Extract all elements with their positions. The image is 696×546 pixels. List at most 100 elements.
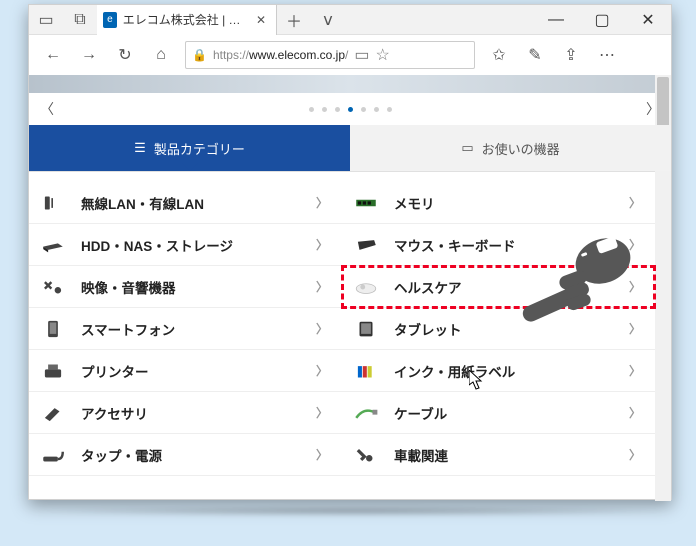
category-label: アクセサリ: [81, 403, 148, 423]
category-label: ヘルスケア: [394, 277, 462, 297]
category-item-right-1[interactable]: マウス・キーボード 〉: [342, 224, 655, 266]
chevron-right-icon: 〉: [629, 446, 641, 463]
titlebar: ▭ ⧉ e エレコム株式会社 | ELECC ✕ ＋ 𝗏 — ▢ ✕: [29, 5, 671, 35]
category-item-left-2[interactable]: 映像・音響機器 〉: [29, 266, 342, 308]
more-button[interactable]: ⋯: [589, 35, 625, 75]
tab-label: 製品カテゴリー: [154, 139, 245, 158]
category-label: 無線LAN・有線LAN: [81, 193, 204, 213]
chevron-right-icon: 〉: [316, 362, 328, 379]
favorites-button[interactable]: ✩: [481, 35, 517, 75]
category-icon: [350, 271, 382, 303]
category-item-left-3[interactable]: スマートフォン〉: [29, 308, 342, 350]
category-label: HDD・NAS・ストレージ: [81, 235, 233, 255]
chevron-right-icon: 〉: [629, 320, 641, 337]
carousel-dot[interactable]: [322, 107, 327, 112]
category-item-left-5[interactable]: アクセサリ 〉: [29, 392, 342, 434]
category-item-left-4[interactable]: プリンター 〉: [29, 350, 342, 392]
carousel-dots: [57, 107, 643, 112]
category-label: メモリ: [394, 193, 435, 213]
category-label: マウス・キーボード: [394, 235, 516, 255]
chevron-right-icon: 〉: [316, 446, 328, 463]
category-item-left-1[interactable]: HDD・NAS・ストレージ 〉: [29, 224, 342, 266]
category-icon: [37, 313, 69, 345]
carousel-dot-active[interactable]: [348, 107, 353, 112]
category-icon: [350, 187, 382, 219]
category-item-right-0[interactable]: メモリ 〉: [342, 182, 655, 224]
carousel-dot[interactable]: [374, 107, 379, 112]
category-label: ケーブル: [394, 403, 447, 423]
back-button[interactable]: ←: [35, 35, 71, 75]
chevron-right-icon: 〉: [316, 194, 328, 211]
category-item-right-5[interactable]: ケーブル 〉: [342, 392, 655, 434]
tab-label: お使いの機器: [482, 139, 560, 158]
category-icon: [350, 229, 382, 261]
category-item-right-2[interactable]: ヘルスケア 〉: [342, 266, 655, 308]
tab-your-device[interactable]: ▭ お使いの機器: [350, 125, 671, 171]
chevron-right-icon: 〉: [629, 194, 641, 211]
address-bar[interactable]: 🔒 https:// www.elecom.co.jp / ▭ ☆: [185, 41, 475, 69]
favicon-icon: e: [103, 12, 117, 28]
chevron-right-icon: 〉: [629, 278, 641, 295]
category-icon: [37, 439, 69, 471]
chevron-right-icon: 〉: [629, 404, 641, 421]
category-item-left-0[interactable]: 無線LAN・有線LAN 〉: [29, 182, 342, 224]
home-button[interactable]: ⌂: [143, 35, 179, 75]
chevron-right-icon: 〉: [629, 236, 641, 253]
window-maximize-button[interactable]: ▢: [579, 5, 625, 35]
category-label: タップ・電源: [81, 445, 162, 465]
category-item-right-3[interactable]: タブレット〉: [342, 308, 655, 350]
category-label: スマートフォン: [81, 319, 175, 339]
forward-button[interactable]: →: [71, 35, 107, 75]
carousel-dot[interactable]: [309, 107, 314, 112]
browser-window: ▭ ⧉ e エレコム株式会社 | ELECC ✕ ＋ 𝗏 — ▢ ✕ ← → ↻…: [28, 4, 672, 500]
tab-title: エレコム株式会社 | ELECC: [123, 11, 248, 28]
category-label: 映像・音響機器: [81, 277, 176, 297]
scrollbar-thumb[interactable]: [657, 77, 669, 127]
category-label: 車載関連: [394, 445, 448, 465]
lock-icon: 🔒: [192, 48, 207, 62]
chevron-right-icon: 〉: [316, 404, 328, 421]
tab-chevron-icon[interactable]: 𝗏: [311, 10, 345, 30]
url-scheme: https://: [213, 48, 249, 62]
tab-preview-icon[interactable]: ⧉: [63, 5, 97, 35]
tab-actions-icon[interactable]: ▭: [29, 5, 63, 35]
category-icon: [37, 271, 69, 303]
category-icon: [37, 397, 69, 429]
category-item-right-4[interactable]: インク・用紙ラベル 〉: [342, 350, 655, 392]
close-tab-icon[interactable]: ✕: [256, 13, 266, 27]
category-label: プリンター: [81, 361, 149, 381]
category-item-left-6[interactable]: タップ・電源 〉: [29, 434, 342, 476]
category-icon: [37, 355, 69, 387]
category-icon: [350, 439, 382, 471]
category-label: インク・用紙ラベル: [394, 361, 515, 381]
url-path: /: [345, 48, 348, 62]
page-content: 〈 〉 ☰ 製品カテゴリー ▭ お使いの機器 無線LAN・: [29, 75, 671, 501]
window-minimize-button[interactable]: —: [533, 5, 579, 35]
url-host: www.elecom.co.jp: [249, 48, 345, 62]
refresh-button[interactable]: ↻: [107, 35, 143, 75]
window-close-button[interactable]: ✕: [625, 5, 671, 35]
browser-tab[interactable]: e エレコム株式会社 | ELECC ✕: [97, 5, 277, 35]
category-icon: [37, 229, 69, 261]
hero-banner: [29, 75, 671, 93]
notes-button[interactable]: ✎: [517, 35, 553, 75]
navbar: ← → ↻ ⌂ 🔒 https:// www.elecom.co.jp / ▭ …: [29, 35, 671, 75]
category-icon: [37, 187, 69, 219]
category-icon: [350, 313, 382, 345]
new-tab-button[interactable]: ＋: [277, 8, 311, 32]
category-icon: [350, 355, 382, 387]
favorite-icon[interactable]: ☆: [376, 45, 390, 65]
tab-product-category[interactable]: ☰ 製品カテゴリー: [29, 125, 350, 171]
share-button[interactable]: ⇪: [553, 35, 589, 75]
chevron-right-icon: 〉: [316, 278, 328, 295]
list-icon: ☰: [134, 140, 146, 156]
carousel-dot[interactable]: [361, 107, 366, 112]
chevron-right-icon: 〉: [316, 236, 328, 253]
category-item-right-6[interactable]: 車載関連 〉: [342, 434, 655, 476]
laptop-icon: ▭: [461, 140, 473, 156]
reading-view-icon[interactable]: ▭: [354, 45, 369, 65]
carousel-prev-button[interactable]: 〈: [37, 99, 57, 119]
carousel-dot[interactable]: [387, 107, 392, 112]
carousel-dot[interactable]: [335, 107, 340, 112]
chevron-right-icon: 〉: [629, 362, 641, 379]
